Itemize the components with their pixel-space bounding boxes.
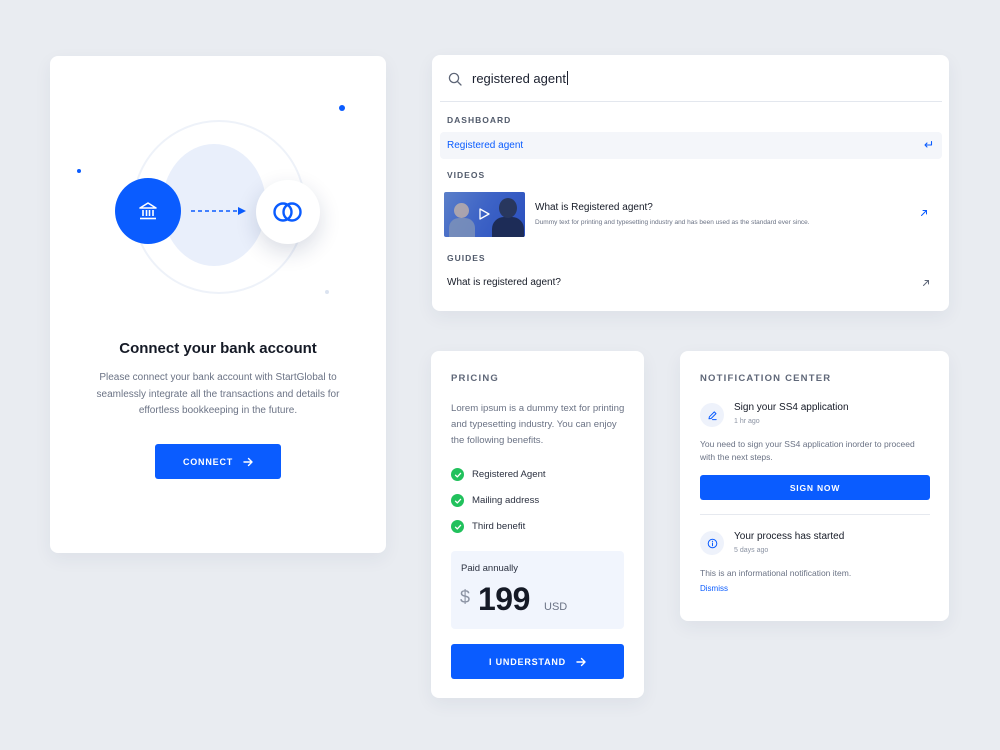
info-icon — [700, 531, 724, 555]
check-icon — [451, 494, 464, 507]
connect-button-label: CONNECT — [182, 456, 234, 467]
pricing-card: PRICING Lorem ipsum is a dummy text for … — [431, 351, 644, 698]
benefit-label: Mailing address — [472, 495, 540, 506]
coins-icon — [256, 180, 320, 244]
notification-body: This is an informational notification it… — [700, 568, 852, 578]
enter-icon — [924, 140, 933, 148]
notification-center-card: NOTIFICATION CENTER Sign your SS4 applic… — [680, 351, 949, 621]
check-icon — [451, 468, 464, 481]
video-description: Dummy text for printing and typesetting … — [535, 219, 810, 226]
decorative-dot — [339, 105, 345, 111]
currency-symbol: $ — [460, 587, 471, 607]
video-thumbnail[interactable] — [444, 192, 525, 237]
arrow-right-icon — [243, 457, 253, 466]
notification-title: Sign your SS4 application — [734, 402, 849, 413]
text-caret — [566, 71, 568, 85]
understand-button[interactable]: I UNDERSTAND — [451, 644, 624, 679]
search-results-card: registered agent DASHBOARD Registered ag… — [432, 55, 949, 311]
decorative-dot — [77, 169, 81, 173]
notification-time: 5 days ago — [734, 547, 769, 554]
dismiss-link[interactable]: Dismiss — [700, 584, 728, 593]
section-label-dashboard: DASHBOARD — [447, 115, 512, 125]
section-label-guides: GUIDES — [447, 253, 486, 263]
thumb-figure — [449, 218, 475, 237]
pricing-description: Lorem ipsum is a dummy text for printing… — [451, 403, 625, 446]
check-icon — [451, 520, 464, 533]
result-item-dashboard[interactable]: Registered agent — [440, 132, 942, 159]
search-icon — [448, 72, 462, 86]
connect-title: Connect your bank account — [119, 340, 317, 357]
notification-time: 1 hr ago — [734, 418, 760, 425]
connect-illustration — [50, 56, 386, 336]
search-bar[interactable]: registered agent — [440, 55, 942, 102]
benefit-item: Third benefit — [451, 520, 525, 533]
result-label: Registered agent — [447, 140, 524, 151]
price-amount: 199 — [478, 581, 530, 617]
pen-icon — [700, 403, 724, 427]
billing-period: Paid annually — [461, 563, 519, 574]
thumb-figure — [454, 203, 469, 218]
decorative-dot — [325, 290, 329, 294]
connect-bank-card: Connect your bank account Please connect… — [50, 56, 386, 553]
thumb-figure — [492, 217, 524, 237]
external-link-icon — [921, 210, 927, 216]
search-query: registered agent — [472, 71, 566, 86]
sign-now-button[interactable]: SIGN NOW — [700, 475, 930, 500]
connect-description: Please connect your bank account with St… — [96, 372, 340, 416]
external-link-icon — [923, 280, 929, 286]
connect-button[interactable]: CONNECT — [155, 444, 281, 479]
currency-code: USD — [544, 601, 568, 613]
notification-body: You need to sign your SS4 application in… — [700, 439, 915, 462]
search-input[interactable]: registered agent — [472, 71, 568, 86]
sign-now-label: SIGN NOW — [789, 482, 841, 493]
benefit-label: Third benefit — [472, 521, 526, 532]
price-box: Paid annually $ 199 USD — [451, 551, 624, 629]
play-icon — [479, 208, 490, 220]
arrow-right-icon — [576, 657, 586, 666]
pricing-heading: PRICING — [451, 373, 499, 384]
benefit-item: Mailing address — [451, 494, 539, 507]
benefit-item: Registered Agent — [451, 468, 546, 481]
notification-title: Your process has started — [734, 531, 845, 542]
guide-title: What is registered agent? — [447, 277, 561, 288]
video-title: What is Registered agent? — [535, 202, 653, 213]
benefit-label: Registered Agent — [472, 469, 546, 480]
section-label-videos: VIDEOS — [447, 170, 486, 180]
bank-icon — [115, 178, 181, 244]
dashed-arrow-icon — [191, 207, 246, 215]
thumb-figure — [499, 198, 517, 218]
understand-button-label: I UNDERSTAND — [489, 656, 566, 667]
notification-heading: NOTIFICATION CENTER — [700, 373, 832, 384]
divider — [700, 514, 930, 515]
